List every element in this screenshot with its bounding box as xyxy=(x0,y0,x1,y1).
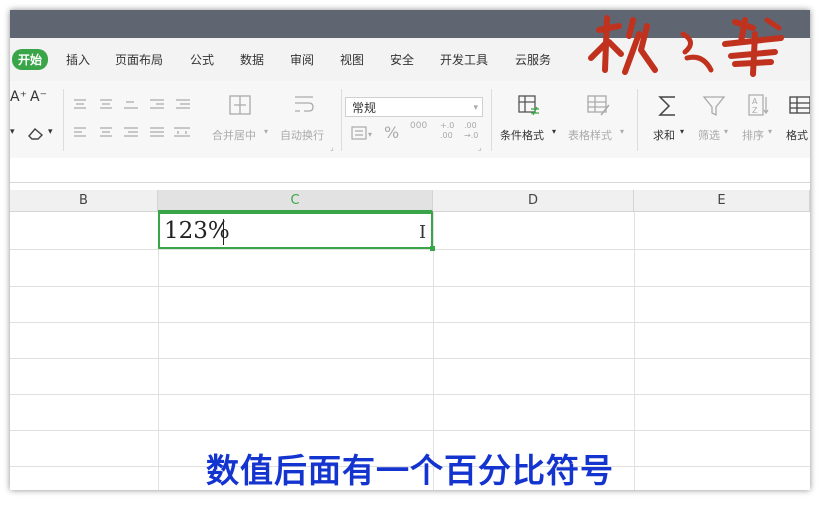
menu-page-layout[interactable]: 页面布局 xyxy=(115,51,163,68)
sort-button[interactable]: 排序 xyxy=(742,127,764,143)
text-cursor-icon: I xyxy=(419,222,427,243)
chevron-down-icon[interactable]: ▾ xyxy=(724,127,728,136)
menu-review[interactable]: 审阅 xyxy=(290,51,314,68)
sum-button[interactable]: 求和 xyxy=(653,127,675,143)
font-size-down-button[interactable]: A⁻ xyxy=(30,89,47,105)
filter-icon[interactable] xyxy=(702,93,726,119)
menu-insert[interactable]: 插入 xyxy=(66,51,90,68)
ribbon-toolbar: A⁺ A⁻ ▾ ▾ 合并居中 ▾ 自动换行 ⌟ 常规 ▾ ▾ % 000 +.0… xyxy=(10,81,810,159)
menu-formulas[interactable]: 公式 xyxy=(190,51,214,68)
decrease-decimal-button[interactable]: .00 →.0 xyxy=(464,121,482,141)
increase-decimal-button[interactable]: +.0 .00 xyxy=(440,121,456,141)
column-header-c[interactable]: C xyxy=(158,190,433,212)
wrap-text-icon[interactable] xyxy=(292,93,316,117)
chevron-down-icon[interactable]: ▾ xyxy=(552,127,556,136)
eraser-icon[interactable] xyxy=(26,125,46,141)
merge-center-button[interactable]: 合并居中 xyxy=(212,127,256,143)
table-style-button[interactable]: 表格样式 xyxy=(568,127,612,143)
menu-home[interactable]: 开始 xyxy=(12,49,49,70)
svg-text:▾: ▾ xyxy=(368,130,372,139)
sort-icon[interactable]: AZ xyxy=(746,93,770,119)
chevron-down-icon[interactable]: ▾ xyxy=(620,127,624,136)
align-top-icons[interactable] xyxy=(72,97,192,111)
ribbon-separator xyxy=(341,89,342,151)
formula-bar[interactable] xyxy=(10,158,810,183)
svg-text:Z: Z xyxy=(752,106,758,115)
chevron-down-icon[interactable]: ▾ xyxy=(680,127,684,136)
font-size-up-button[interactable]: A⁺ xyxy=(10,89,27,105)
cell-value: 123% xyxy=(164,218,230,244)
caption-subtitle: 数值后面有一个百分比符号 xyxy=(206,451,614,490)
thousands-separator-button[interactable]: 000 xyxy=(410,121,427,131)
align-horizontal-icons[interactable] xyxy=(72,125,202,141)
merge-center-icon[interactable] xyxy=(228,93,252,117)
menu-cloud[interactable]: 云服务 xyxy=(515,51,551,68)
text-caret xyxy=(223,219,224,245)
column-header-b[interactable]: B xyxy=(10,190,158,212)
menu-security[interactable]: 安全 xyxy=(390,51,414,68)
chevron-down-icon[interactable]: ▾ xyxy=(768,127,772,136)
column-header-d[interactable]: D xyxy=(433,190,634,212)
conditional-format-icon[interactable] xyxy=(516,93,542,119)
chevron-down-icon[interactable]: ▾ xyxy=(48,127,53,137)
currency-icon[interactable]: ▾ xyxy=(350,125,374,141)
table-style-icon[interactable] xyxy=(585,93,611,119)
ribbon-separator xyxy=(491,89,492,151)
menu-view[interactable]: 视图 xyxy=(340,51,364,68)
dialog-launcher-icon[interactable]: ⌟ xyxy=(478,143,482,152)
number-format-select[interactable]: 常规 ▾ xyxy=(345,97,483,117)
app-window: 开始 插入 页面布局 公式 数据 审阅 视图 安全 开发工具 云服务 A⁺ A⁻… xyxy=(10,10,810,490)
fill-handle[interactable] xyxy=(430,246,435,251)
svg-text:A: A xyxy=(752,97,758,106)
brand-logo xyxy=(588,15,784,77)
column-header-e[interactable]: E xyxy=(634,190,810,212)
ribbon-separator xyxy=(63,89,64,151)
chevron-down-icon[interactable]: ▾ xyxy=(264,127,268,136)
number-format-value: 常规 xyxy=(352,101,377,115)
conditional-format-button[interactable]: 条件格式 xyxy=(500,127,544,143)
chevron-down-icon: ▾ xyxy=(473,103,478,113)
chevron-down-icon[interactable]: ▾ xyxy=(10,127,15,137)
filter-button[interactable]: 筛选 xyxy=(698,127,720,143)
wrap-text-button[interactable]: 自动换行 xyxy=(280,127,324,143)
sum-icon[interactable] xyxy=(656,93,680,119)
ribbon-separator xyxy=(637,89,638,151)
menu-developer[interactable]: 开发工具 xyxy=(440,51,488,68)
dialog-launcher-icon[interactable]: ⌟ xyxy=(330,143,334,152)
active-cell-c[interactable]: 123% xyxy=(158,212,435,251)
format-button[interactable]: 格式 xyxy=(786,127,808,143)
menu-data[interactable]: 数据 xyxy=(240,51,264,68)
format-icon[interactable] xyxy=(788,93,810,119)
percent-style-button[interactable]: % xyxy=(384,123,399,142)
